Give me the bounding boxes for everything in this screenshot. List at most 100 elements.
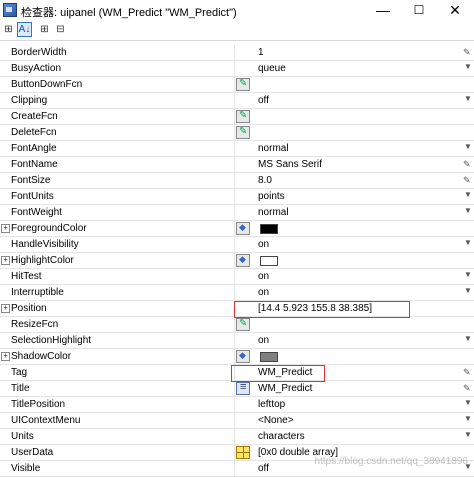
property-row-titleposition[interactable]: TitlePosition lefttop ▼ [0,397,474,413]
inspector-app-icon [3,3,17,17]
property-value[interactable]: queue [258,63,286,74]
property-row-fontname[interactable]: FontName MS Sans Serif ✎ [0,157,474,173]
property-value[interactable]: off [258,95,269,106]
column-divider [234,221,235,237]
edit-pencil-icon[interactable]: ✎ [463,383,471,394]
color-swatch[interactable] [260,352,278,362]
property-value[interactable]: WM_Predict [258,383,312,394]
column-divider [234,61,235,77]
callback-editor-icon[interactable] [236,78,250,91]
property-name: FontUnits [11,191,54,202]
edit-pencil-icon[interactable]: ✎ [463,367,471,378]
property-name: DeleteFcn [11,127,57,138]
callback-editor-icon[interactable] [236,318,250,331]
chevron-down-icon[interactable]: ▼ [464,190,472,199]
property-value[interactable]: on [258,271,269,282]
color-picker-icon[interactable] [236,350,250,363]
close-button[interactable]: ✕ [437,0,473,21]
position-highlight-box [234,301,410,318]
edit-pencil-icon[interactable]: ✎ [463,175,471,186]
chevron-down-icon[interactable]: ▼ [464,62,472,71]
property-name: ForegroundColor [11,223,87,234]
column-divider [234,413,235,429]
property-row-clipping[interactable]: Clipping off ▼ [0,93,474,109]
chevron-down-icon[interactable]: ▼ [464,142,472,151]
property-value[interactable]: characters [258,431,305,442]
property-row-borderwidth[interactable]: BorderWidth 1 ✎ [0,45,474,61]
property-row-resizefcn[interactable]: ResizeFcn [0,317,474,333]
column-divider [234,125,235,141]
callback-editor-icon[interactable] [236,110,250,123]
property-row-fontangle[interactable]: FontAngle normal ▼ [0,141,474,157]
property-value[interactable]: MS Sans Serif [258,159,322,170]
property-row-buttondownfcn[interactable]: ButtonDownFcn [0,77,474,93]
property-row-fontunits[interactable]: FontUnits points ▼ [0,189,474,205]
property-name: Title [11,383,30,394]
property-name: TitlePosition [11,399,66,410]
column-divider [234,237,235,253]
string-editor-icon[interactable] [236,381,250,395]
expand-icon[interactable]: + [1,352,10,361]
property-value[interactable]: normal [258,143,289,154]
chevron-down-icon[interactable]: ▼ [464,270,472,279]
property-row-handlevisibility[interactable]: HandleVisibility on ▼ [0,237,474,253]
property-name: FontName [11,159,58,170]
property-row-fontsize[interactable]: FontSize 8.0 ✎ [0,173,474,189]
color-swatch[interactable] [260,256,278,266]
property-value[interactable]: lefttop [258,399,285,410]
property-row-title[interactable]: Title WM_Predict ✎ [0,381,474,397]
property-value[interactable]: 8.0 [258,175,272,186]
sort-alphabetical-icon[interactable]: A↓ [17,22,32,37]
property-value[interactable]: on [258,287,269,298]
column-divider [234,381,235,397]
property-value[interactable]: off [258,463,269,474]
color-swatch[interactable] [260,224,278,234]
minimize-button[interactable]: — [365,0,401,21]
column-divider [234,205,235,221]
property-row-uicontextmenu[interactable]: UIContextMenu <None> ▼ [0,413,474,429]
property-row-busyaction[interactable]: BusyAction queue ▼ [0,61,474,77]
property-row-deletefcn[interactable]: DeleteFcn [0,125,474,141]
expand-icon[interactable]: + [1,256,10,265]
property-value[interactable]: points [258,191,285,202]
property-name: HitTest [11,271,42,282]
expand-icon[interactable]: + [1,304,10,313]
chevron-down-icon[interactable]: ▼ [464,430,472,439]
property-row-interruptible[interactable]: Interruptible on ▼ [0,285,474,301]
color-picker-icon[interactable] [236,254,250,267]
edit-pencil-icon[interactable]: ✎ [463,159,471,170]
property-row-units[interactable]: Units characters ▼ [0,429,474,445]
property-value[interactable]: normal [258,207,289,218]
property-row-createfcn[interactable]: CreateFcn [0,109,474,125]
expand-all-icon[interactable]: ⊞ [37,22,52,37]
chevron-down-icon[interactable]: ▼ [464,206,472,215]
chevron-down-icon[interactable]: ▼ [464,334,472,343]
property-row-fontweight[interactable]: FontWeight normal ▼ [0,205,474,221]
property-name: Position [11,303,47,314]
categorized-view-icon[interactable]: ⊞ [1,22,16,37]
chevron-down-icon[interactable]: ▼ [464,398,472,407]
property-name: SelectionHighlight [11,335,92,346]
chevron-down-icon[interactable]: ▼ [464,238,472,247]
chevron-down-icon[interactable]: ▼ [464,414,472,423]
property-value[interactable]: on [258,239,269,250]
column-divider [234,189,235,205]
property-value[interactable]: <None> [258,415,294,426]
property-value[interactable]: on [258,335,269,346]
property-row-shadowcolor[interactable]: + ShadowColor [0,349,474,365]
array-editor-icon[interactable] [236,446,250,459]
property-row-highlightcolor[interactable]: + HighlightColor [0,253,474,269]
callback-editor-icon[interactable] [236,126,250,139]
property-row-hittest[interactable]: HitTest on ▼ [0,269,474,285]
property-row-selectionhighlight[interactable]: SelectionHighlight on ▼ [0,333,474,349]
column-divider [234,429,235,445]
property-value[interactable]: 1 [258,47,264,58]
edit-pencil-icon[interactable]: ✎ [463,47,471,58]
color-picker-icon[interactable] [236,222,250,235]
maximize-button[interactable]: ☐ [401,0,437,21]
chevron-down-icon[interactable]: ▼ [464,286,472,295]
collapse-all-icon[interactable]: ⊟ [53,22,68,37]
property-row-foregroundcolor[interactable]: + ForegroundColor [0,221,474,237]
expand-icon[interactable]: + [1,224,10,233]
chevron-down-icon[interactable]: ▼ [464,94,472,103]
